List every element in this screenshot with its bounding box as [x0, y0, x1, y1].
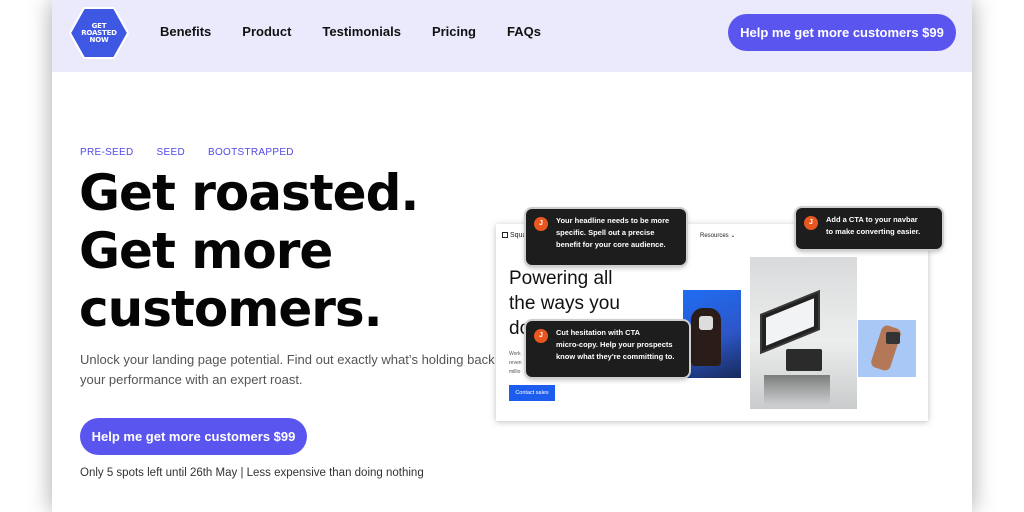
tag-bootstrapped: BOOTSTRAPPED: [207, 147, 294, 158]
landing-page: GET ROASTED NOW Benefits Product Testimo…: [52, 0, 972, 512]
background-right: [972, 0, 1024, 512]
mockup-nav-item: Resources ⌄: [700, 233, 736, 239]
comment-line: micro-copy. Help your prospects: [556, 340, 673, 349]
nav-links: Benefits Product Testimonials Pricing FA…: [160, 24, 572, 39]
tag-pre-seed: PRE-SEED: [80, 147, 134, 158]
comment-text: Your headline needs to be more specific.…: [556, 215, 678, 251]
logo-text: GET ROASTED NOW: [79, 22, 119, 44]
comment-line: Add a CTA to your navbar: [826, 215, 918, 224]
scarcity-note: Only 5 spots left until 26th May | Less …: [80, 467, 424, 479]
mockup-terminal-stand: [786, 349, 822, 371]
comment-line: Your headline needs to be more: [556, 216, 670, 225]
mockup-contact-button: Contact sales: [509, 385, 555, 401]
mockup-terminal-display: [766, 298, 814, 346]
mockup-logo-text: Squa: [510, 232, 527, 239]
mockup-logo: Squa: [502, 232, 526, 239]
mockup-terminal-reflection: [764, 375, 830, 405]
comment-bubble-navbar: J Add a CTA to your navbar to make conve…: [796, 208, 942, 249]
headline-line: Get roasted.: [79, 164, 419, 222]
mockup-terminal-screen: [760, 289, 820, 355]
nav-link-product[interactable]: Product: [242, 24, 291, 39]
comment-line: Cut hesitation with CTA: [556, 328, 641, 337]
mockup-photo-pos-terminal: [750, 257, 857, 409]
comment-bubble-cta: J Cut hesitation with CTA micro-copy. He…: [526, 321, 689, 377]
comment-text: Cut hesitation with CTA micro-copy. Help…: [556, 327, 681, 363]
comment-line: specific. Spell out a precise: [556, 228, 655, 237]
comment-bubble-headline: J Your headline needs to be more specifi…: [526, 209, 686, 265]
nav-link-benefits[interactable]: Benefits: [160, 24, 211, 39]
navbar: GET ROASTED NOW Benefits Product Testimo…: [52, 0, 972, 72]
commenter-avatar: J: [804, 216, 818, 230]
mockup-headline-line: Powering all: [509, 268, 613, 289]
commenter-avatar: J: [534, 329, 548, 343]
mockup-card-reader-shape: [699, 316, 713, 330]
nav-link-faqs[interactable]: FAQs: [507, 24, 541, 39]
comment-line: benefit for your core audience.: [556, 240, 666, 249]
logo[interactable]: GET ROASTED NOW: [68, 6, 130, 60]
nav-link-testimonials[interactable]: Testimonials: [322, 24, 401, 39]
logo-text-line: NOW: [89, 35, 109, 44]
mockup-photo-hand-device: [683, 290, 741, 378]
background-left: [0, 0, 52, 512]
headline-line: Get more: [79, 222, 333, 280]
comment-line: to make converting easier.: [826, 227, 921, 236]
mockup-logo-icon: [502, 232, 508, 238]
hero-cta-button[interactable]: Help me get more customers $99: [80, 418, 307, 455]
tag-seed: SEED: [156, 147, 185, 158]
nav-cta-button[interactable]: Help me get more customers $99: [728, 14, 956, 51]
mockup-phone-shape: [886, 332, 900, 344]
hero-headline: Get roasted. Get more customers.: [79, 164, 509, 338]
hero-subtext: Unlock your landing page potential. Find…: [80, 352, 495, 387]
nav-link-pricing[interactable]: Pricing: [432, 24, 476, 39]
mockup-headline-line: the ways you: [509, 293, 620, 314]
headline-line: customers.: [79, 280, 383, 338]
comment-text: Add a CTA to your navbar to make convert…: [826, 214, 934, 238]
comment-line: know what they're committing to.: [556, 352, 675, 361]
audience-tags: PRE-SEED SEED BOOTSTRAPPED: [80, 147, 317, 158]
mockup-photo-phone-payment: [858, 320, 916, 377]
commenter-avatar: J: [534, 217, 548, 231]
